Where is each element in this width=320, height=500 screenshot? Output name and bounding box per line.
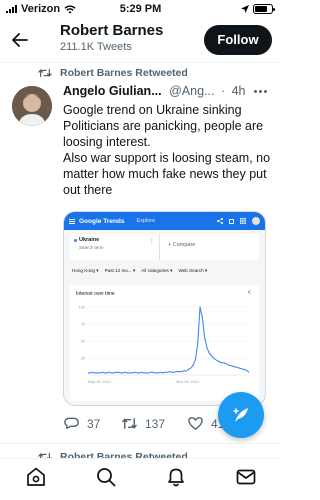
avatar-image	[12, 86, 52, 126]
share-icon	[217, 218, 223, 224]
status-right	[241, 4, 275, 14]
tweets-count: 211.1K Tweets	[60, 41, 132, 53]
retweet-notice-label: Robert Barnes Retweeted	[60, 67, 188, 79]
y-tick-label: 100	[79, 306, 85, 310]
tweet-divider	[0, 443, 281, 444]
tweet-media[interactable]: Google Trends Explore Ukraine Search ter…	[63, 211, 266, 406]
author-avatar[interactable]	[12, 86, 52, 126]
tweet-text-line: Also war support is loosing steam, no ma…	[63, 151, 271, 197]
more-options-icon[interactable]	[254, 90, 267, 93]
retweet-icon	[122, 418, 137, 429]
trends-logo: Google Trends	[79, 217, 125, 225]
tweet-text: Google trend on Ukraine sinking Politici…	[63, 102, 275, 198]
bottom-nav	[0, 458, 281, 500]
messages-icon[interactable]	[234, 465, 258, 489]
series-line-ukraine	[88, 306, 250, 374]
interest-chart: 100 75 50 25 May 16, 2021 Nov 28, 2021	[79, 306, 250, 384]
status-time: 5:29 PM	[119, 3, 162, 15]
notifications-icon[interactable]	[164, 465, 188, 489]
chart-title: Interest over time	[76, 291, 115, 297]
home-icon[interactable]	[24, 465, 48, 489]
y-tick-label: 50	[81, 340, 85, 344]
profile-name: Robert Barnes	[60, 22, 164, 39]
battery-icon	[253, 4, 275, 14]
x-tick-label: May 16, 2021	[88, 380, 111, 384]
back-arrow-icon[interactable]	[10, 30, 30, 50]
reply-button[interactable]: 37	[63, 415, 100, 432]
tweet-separator: ·	[220, 84, 226, 98]
compose-tweet-button[interactable]	[218, 392, 264, 438]
battery-level	[255, 6, 267, 12]
series-dot-icon	[74, 238, 77, 242]
tweet-time[interactable]: 4h	[232, 84, 246, 98]
follow-button[interactable]: Follow	[204, 25, 272, 55]
search-term-name: Ukraine	[79, 237, 100, 243]
reply-icon	[64, 417, 79, 429]
reply-count: 37	[87, 416, 101, 431]
chart-share-icon: <	[247, 290, 251, 296]
status-bar: Verizon 5:29 PM	[0, 0, 281, 18]
trends-search-term: Ukraine Search term ⋮	[70, 234, 160, 260]
filter-region: Hong Kong	[72, 268, 99, 274]
tweet-header: Angelo Giulian... @Ang... · 4h	[63, 84, 246, 98]
search-icon[interactable]	[94, 465, 118, 489]
y-tick-label: 25	[81, 357, 85, 361]
filter-search-type: Web Search	[178, 268, 207, 274]
retweet-button[interactable]: 137	[121, 415, 165, 432]
apps-grid-icon	[240, 218, 246, 224]
trends-explore: Explore	[136, 218, 156, 224]
retweet-count: 137	[145, 416, 166, 431]
feedback-icon	[229, 218, 234, 224]
filter-category: All categories	[141, 268, 172, 274]
x-tick-label: Nov 28, 2021	[177, 380, 200, 384]
trends-compare: + Compare	[168, 242, 196, 248]
tweet-text-line: Google trend on Ukraine sinking Politici…	[63, 103, 264, 149]
tweet-author[interactable]: Angelo Giulian...	[63, 84, 162, 98]
profile-header: Robert Barnes 211.1K Tweets Follow	[0, 18, 281, 62]
search-term-type: Search term	[79, 245, 104, 250]
retweet-notice: Robert Barnes Retweeted	[38, 67, 188, 79]
filter-period: Past 12 mo...	[105, 268, 136, 274]
trends-avatar	[252, 217, 260, 225]
trends-chart-card: Interest over time < 100 75 50 25 May 16, 20…	[70, 285, 259, 401]
trends-filters: Hong Kong Past 12 mo... All categories W…	[72, 268, 259, 274]
menu-icon	[69, 218, 75, 224]
trends-bar-icons	[217, 217, 260, 225]
compose-feather-icon	[233, 408, 248, 422]
tweet-handle[interactable]: @Ang...	[169, 84, 214, 98]
term-menu-icon: ⋮	[149, 239, 155, 245]
header-divider	[0, 62, 281, 63]
trends-app-bar: Google Trends Explore	[64, 212, 265, 230]
location-arrow-icon	[241, 5, 249, 13]
y-tick-label: 75	[81, 323, 85, 327]
trends-compare-row: Ukraine Search term ⋮ + Compare	[70, 234, 259, 260]
heart-icon	[188, 417, 203, 430]
retweet-icon	[38, 68, 52, 78]
